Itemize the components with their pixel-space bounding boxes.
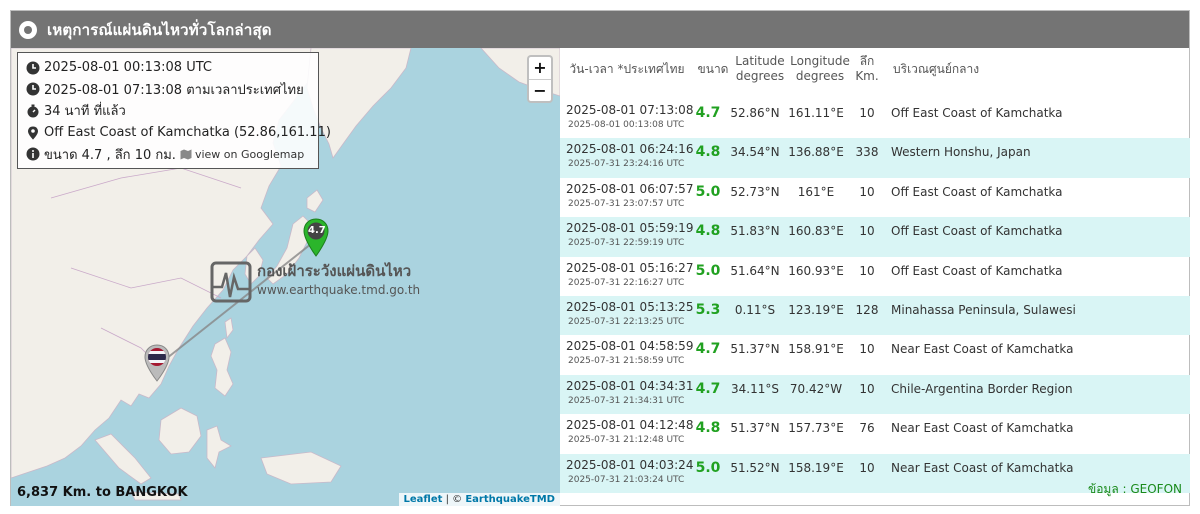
table-row[interactable]: 2025-08-01 04:34:31 2025-07-31 21:34:31 … bbox=[560, 374, 1190, 415]
table-row[interactable]: 2025-08-01 06:07:57 2025-07-31 23:07:57 … bbox=[560, 178, 1190, 217]
header-latitude: Latitude degrees bbox=[735, 54, 785, 83]
table-row[interactable]: 2025-08-01 05:59:19 2025-07-31 22:59:19 … bbox=[560, 217, 1190, 257]
map-view[interactable]: 2025-08-01 00:13:08 UTC 2025-08-01 07:13… bbox=[11, 48, 560, 506]
googlemap-link[interactable]: view on Googlemap bbox=[180, 148, 304, 161]
info-time-ago: 34 นาที ที่แล้ว bbox=[26, 100, 310, 122]
table-row[interactable]: 2025-08-01 05:13:25 2025-07-31 22:13:25 … bbox=[560, 296, 1190, 336]
header-region: บริเวณศูนย์กลาง bbox=[893, 61, 980, 76]
header-magnitude: ขนาด bbox=[697, 61, 729, 76]
header-longitude: Longitude degrees bbox=[790, 54, 850, 83]
table-row[interactable]: 2025-08-01 05:16:27 2025-07-31 22:16:27 … bbox=[560, 257, 1190, 296]
info-thai-time: 2025-08-01 07:13:08 ตามเวลาประเทศไทย bbox=[26, 79, 310, 101]
earthquaketmd-link[interactable]: EarthquakeTMD bbox=[465, 494, 555, 505]
tmd-watermark: กองเฝ้าระวังแผ่นดินไหว www.earthquake.tm… bbox=[210, 259, 430, 309]
table-row[interactable]: 2025-08-01 06:24:16 2025-07-31 23:24:16 … bbox=[560, 138, 1190, 178]
zoom-in-button[interactable]: + bbox=[529, 57, 551, 79]
page-title: เหตุการณ์แผ่นดินไหวทั่วโลกล่าสุด bbox=[47, 20, 272, 39]
info-magnitude-depth: ขนาด 4.7 , ลึก 10 กม. view on Googlemap bbox=[26, 143, 310, 165]
clock-icon bbox=[26, 82, 40, 96]
info-utc-time: 2025-08-01 00:13:08 UTC bbox=[26, 57, 310, 79]
map-attribution: Leaflet | © EarthquakeTMD bbox=[398, 493, 560, 506]
clock-icon bbox=[26, 61, 40, 75]
info-icon bbox=[26, 147, 40, 161]
earthquake-table: วัน-เวลา *ประเทศไทย ขนาด Latitude degree… bbox=[560, 48, 1190, 506]
earthquake-widget: เหตุการณ์แผ่นดินไหวทั่วโลกล่าสุด 2025-08… bbox=[10, 10, 1190, 506]
table-row[interactable]: 2025-08-01 07:13:08 2025-08-01 00:13:08 … bbox=[560, 99, 1190, 138]
distance-to-bangkok: 6,837 Km. to BANGKOK bbox=[17, 485, 188, 500]
header-datetime: วัน-เวลา *ประเทศไทย bbox=[569, 61, 685, 76]
zoom-out-button[interactable]: − bbox=[529, 79, 551, 101]
table-row[interactable]: 2025-08-01 04:58:59 2025-07-31 21:58:59 … bbox=[560, 335, 1190, 374]
thailand-flag-marker-icon[interactable] bbox=[144, 344, 170, 382]
stopwatch-icon bbox=[27, 104, 39, 118]
marker-magnitude: 4.7 bbox=[308, 225, 326, 236]
zoom-control: + − bbox=[527, 55, 553, 103]
info-location: Off East Coast of Kamchatka (52.86,161.1… bbox=[26, 122, 331, 144]
record-circle-icon bbox=[19, 20, 37, 39]
header-depth: ลึก Km. bbox=[855, 54, 879, 83]
map-pin-icon bbox=[28, 126, 38, 140]
seismograph-logo-icon bbox=[210, 261, 252, 303]
table-row[interactable]: 2025-08-01 04:12:48 2025-07-31 21:12:48 … bbox=[560, 414, 1190, 453]
map-icon bbox=[180, 149, 192, 160]
title-bar: เหตุการณ์แผ่นดินไหวทั่วโลกล่าสุด bbox=[11, 11, 1189, 48]
data-source: ข้อมูล : GEOFON bbox=[1088, 482, 1182, 496]
leaflet-link[interactable]: Leaflet bbox=[404, 494, 443, 505]
table-header: วัน-เวลา *ประเทศไทย ขนาด Latitude degree… bbox=[560, 48, 1190, 90]
event-info-panel: 2025-08-01 00:13:08 UTC 2025-08-01 07:13… bbox=[17, 52, 331, 169]
earthquake-marker-icon[interactable] bbox=[303, 218, 329, 258]
